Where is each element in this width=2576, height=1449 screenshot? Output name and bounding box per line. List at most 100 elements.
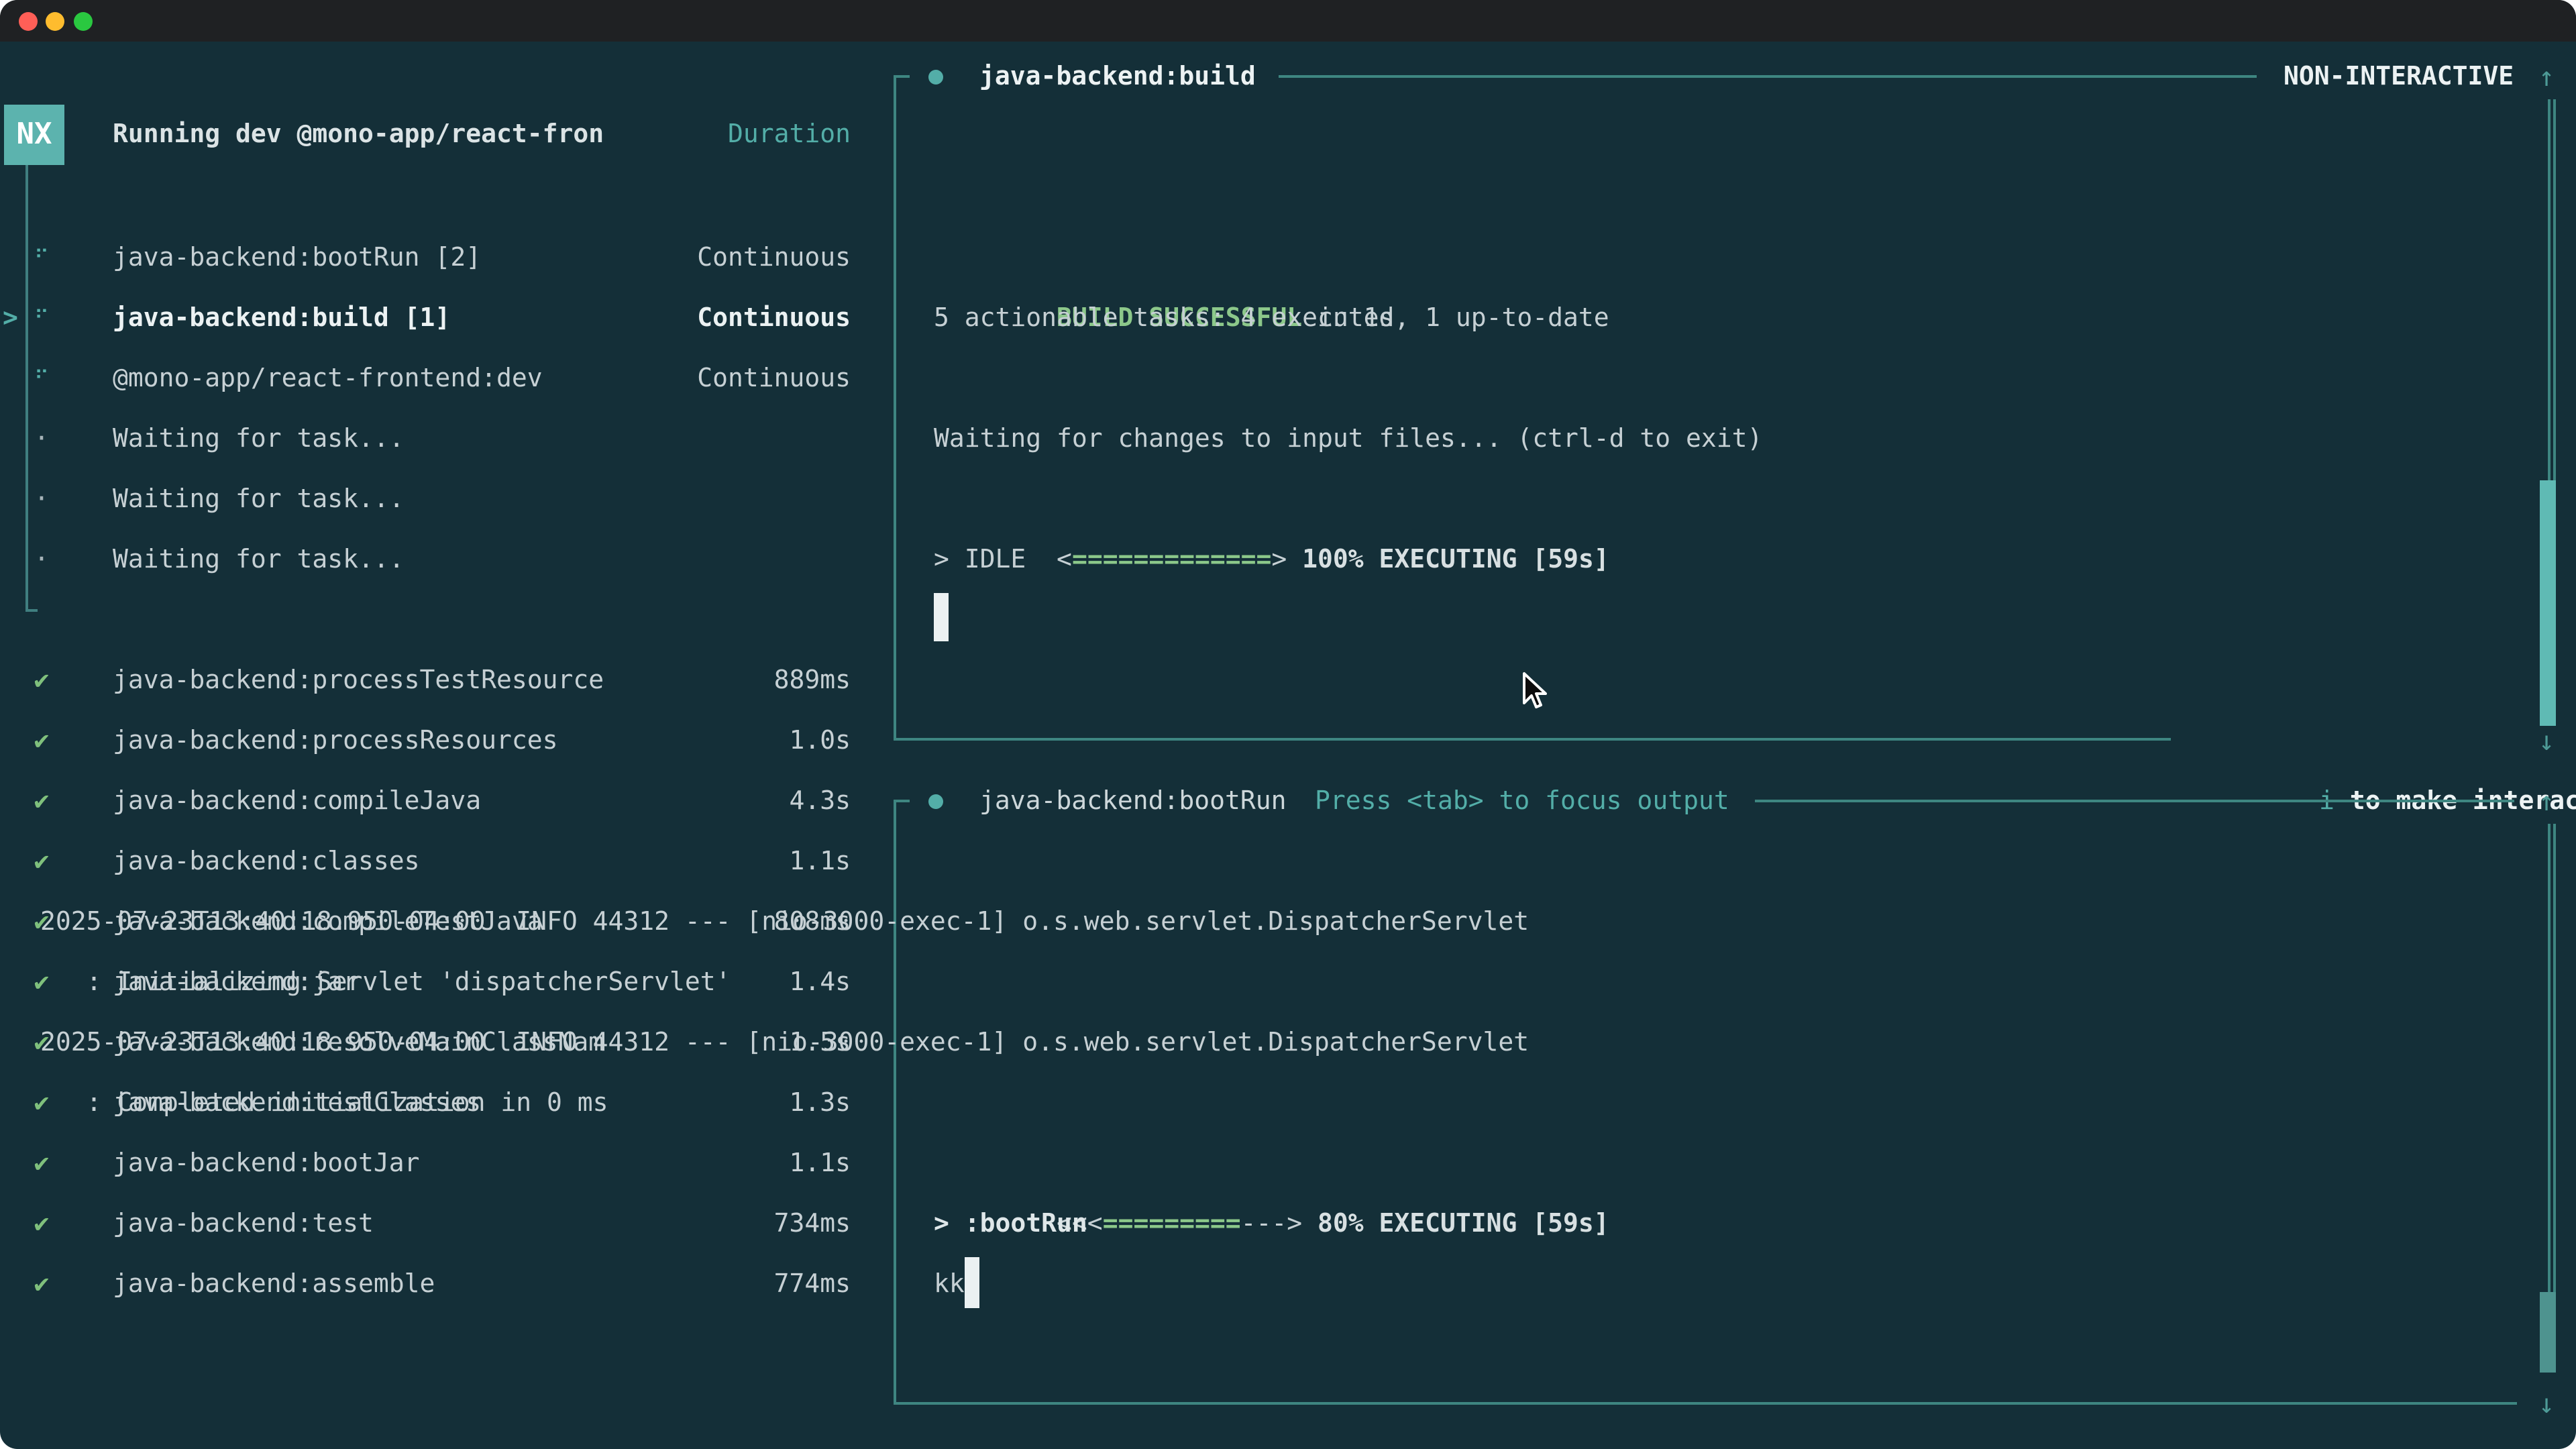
- task-label: java-backend:compileJava: [113, 771, 481, 832]
- spinner-icon: ⠋: [28, 288, 55, 349]
- log-text: : Completed initialization in 0 ms: [40, 1073, 608, 1134]
- task-label: java-backend:processResources: [113, 711, 557, 771]
- bootrun-prompt-line: > :bootRun: [934, 1194, 1087, 1254]
- completed-task-row[interactable]: ✔ java-backend:bootJar 1.1s: [0, 1134, 894, 1194]
- task-duration: 1.0s: [789, 711, 851, 771]
- build-panel-mode-badge: NON-INTERACTIVE: [2284, 47, 2514, 107]
- build-scrollbar-thumb[interactable]: [2540, 480, 2556, 726]
- progress-label: 100% EXECUTING [59s]: [1287, 545, 1609, 574]
- build-waiting-line: Waiting for changes to input files... (c…: [934, 409, 1762, 470]
- running-task-row[interactable]: > ⠋ java-backend:build [1] Continuous: [0, 288, 894, 349]
- task-label: java-backend:bootRun [2]: [113, 228, 481, 288]
- check-icon: ✔: [28, 1254, 55, 1315]
- task-list-pane: NX Running dev @mono-app/react-fron Dura…: [0, 0, 894, 1449]
- completed-task-row[interactable]: ✔ java-backend:classes 1.1s: [0, 832, 894, 892]
- bullet-icon: ·: [28, 470, 55, 530]
- interactive-hint: i to make interactive: [2196, 711, 2576, 771]
- check-icon: ✔: [28, 1194, 55, 1254]
- pager: ← 1/2 →: [27, 1375, 257, 1436]
- task-status: Continuous: [697, 288, 851, 349]
- running-task-row[interactable]: ⠋ java-backend:bootRun [2] Continuous: [0, 228, 894, 288]
- bootrun-panel-header-line: [1755, 800, 2514, 802]
- check-icon: ✔: [28, 1134, 55, 1194]
- log-line: : Initializing Servlet 'dispatcherServle…: [0, 953, 2576, 1013]
- check-icon: ✔: [28, 651, 55, 711]
- check-icon: ✔: [28, 832, 55, 892]
- log-line: : Completed initialization in 0 ms: [0, 1073, 2576, 1134]
- keyboard-hints: quit: q help: ?: [482, 1375, 851, 1436]
- progress-close-bracket: >: [1271, 545, 1287, 574]
- build-panel-bottom-border: [894, 738, 2171, 741]
- waiting-task-row[interactable]: · Waiting for task...: [0, 409, 894, 470]
- waiting-task-row[interactable]: · Waiting for task...: [0, 470, 894, 530]
- task-label: java-backend:classes: [113, 832, 420, 892]
- task-duration: 734ms: [774, 1194, 851, 1254]
- waiting-label: Waiting for task...: [113, 470, 405, 530]
- completed-task-row[interactable]: ✔ java-backend:processTestResource 889ms: [0, 651, 894, 711]
- build-panel-title: java-backend:build: [979, 47, 1256, 107]
- bootrun-terminal-cursor: [965, 1257, 979, 1308]
- bootrun-focus-hint: Press <tab> to focus output: [1315, 771, 1729, 832]
- progress-close-bracket: --->: [1241, 1209, 1303, 1238]
- task-duration: 1.1s: [789, 832, 851, 892]
- completed-task-row[interactable]: ✔ java-backend:compileJava 4.3s: [0, 771, 894, 832]
- spinner-icon: ⠋: [28, 349, 55, 409]
- task-duration: 774ms: [774, 1254, 851, 1315]
- terminal-window: NX Running dev @mono-app/react-fron Dura…: [0, 0, 2576, 1449]
- log-line: 2025-07-23T13:40:18.950-04:00 INFO 44312…: [0, 892, 2576, 953]
- task-label: java-backend:bootJar: [113, 1134, 420, 1194]
- bootrun-typed-text[interactable]: kk: [934, 1254, 965, 1315]
- bootrun-scrollbar-track[interactable]: [2548, 824, 2556, 1292]
- completed-task-row[interactable]: ✔ java-backend:test 734ms: [0, 1194, 894, 1254]
- task-label: java-backend:assemble: [113, 1254, 435, 1315]
- bullet-icon: ·: [28, 409, 55, 470]
- build-tasks-summary: 5 actionable tasks: 4 executed, 1 up-to-…: [934, 288, 1609, 349]
- task-status: Continuous: [697, 349, 851, 409]
- build-terminal-cursor: [934, 593, 949, 641]
- completed-task-row[interactable]: ✔ java-backend:assemble 774ms: [0, 1254, 894, 1315]
- mouse-cursor: [1519, 671, 1548, 711]
- terminal-app: NX Running dev @mono-app/react-fron Dura…: [0, 0, 2576, 1449]
- task-duration: 4.3s: [789, 771, 851, 832]
- build-scroll-up-icon[interactable]: ↑: [2528, 47, 2565, 107]
- log-text: 2025-07-23T13:40:18.950-04:00 INFO 44312…: [40, 892, 1529, 953]
- task-label: java-backend:processTestResource: [113, 651, 604, 711]
- build-panel-dot-icon: [928, 70, 943, 85]
- bootrun-panel-corner-stub: [894, 800, 910, 802]
- progress-open-bracket: <: [1057, 545, 1072, 574]
- task-label: java-backend:test: [113, 1194, 374, 1254]
- task-tree-rail-corner: [25, 609, 38, 612]
- waiting-task-row[interactable]: · Waiting for task...: [0, 530, 894, 590]
- check-icon: ✔: [28, 711, 55, 771]
- waiting-label: Waiting for task...: [113, 530, 405, 590]
- completed-task-row[interactable]: ✔ java-backend:processResources 1.0s: [0, 711, 894, 771]
- task-label: @mono-app/react-frontend:dev: [113, 349, 543, 409]
- run-header-title: Running dev @mono-app/react-fron: [113, 105, 604, 165]
- bootrun-scroll-down-icon[interactable]: ↓: [2528, 1374, 2565, 1434]
- bootrun-panel-title: java-backend:bootRun: [979, 771, 1287, 832]
- build-panel-left-border: [894, 76, 896, 739]
- build-scrollbar-track[interactable]: [2548, 99, 2556, 480]
- build-panel-corner-stub: [894, 75, 910, 78]
- nx-logo: NX: [4, 105, 64, 165]
- progress-label: 80% EXECUTING [59s]: [1302, 1209, 1609, 1238]
- selected-chevron-icon: >: [3, 288, 18, 349]
- running-task-row[interactable]: ⠋ @mono-app/react-frontend:dev Continuou…: [0, 349, 894, 409]
- task-status: Continuous: [697, 228, 851, 288]
- task-label: java-backend:build [1]: [113, 288, 450, 349]
- build-idle-line: > IDLE: [934, 530, 1026, 590]
- bootrun-scrollbar-thumb[interactable]: [2540, 1292, 2556, 1373]
- task-duration: 1.1s: [789, 1134, 851, 1194]
- progress-fill: =========: [1103, 1209, 1241, 1238]
- check-icon: ✔: [28, 771, 55, 832]
- build-panel-header-line: [1279, 75, 2257, 78]
- build-status-line: BUILD SUCCESSFUL in 1s: [934, 228, 1394, 288]
- log-text: 2025-07-23T13:40:18.950-04:00 INFO 44312…: [40, 1013, 1529, 1073]
- log-text: : Initializing Servlet 'dispatcherServle…: [40, 953, 731, 1013]
- log-line: 2025-07-23T13:40:18.950-04:00 INFO 44312…: [0, 1013, 2576, 1073]
- bootrun-panel-dot-icon: [928, 794, 943, 809]
- bootrun-scroll-up-icon[interactable]: ↑: [2528, 771, 2565, 832]
- bootrun-progress-bar: <<<=========---> 80% EXECUTING [59s]: [934, 1134, 1609, 1194]
- waiting-label: Waiting for task...: [113, 409, 405, 470]
- task-duration: 889ms: [774, 651, 851, 711]
